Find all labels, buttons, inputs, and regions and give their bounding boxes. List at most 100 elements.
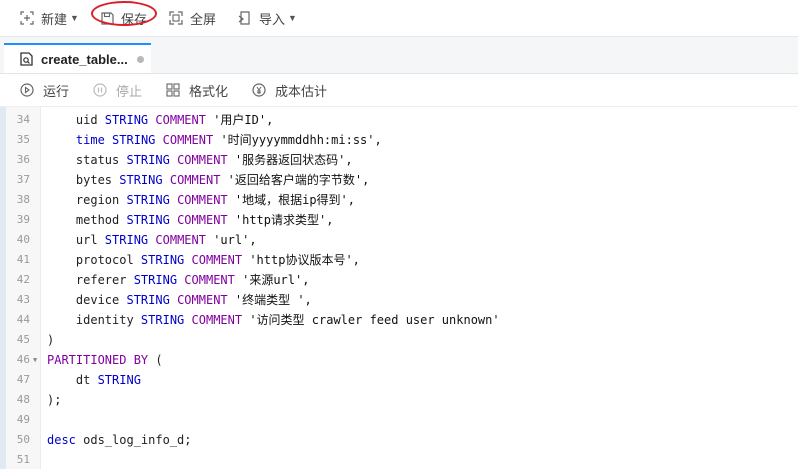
code-token: STRING — [133, 273, 178, 287]
fold-toggle-icon[interactable]: ▼ — [33, 350, 37, 370]
code-token: referer — [47, 273, 134, 287]
code-line[interactable]: 44 identity STRING COMMENT '访问类型 crawler… — [0, 310, 798, 330]
tab-create-table[interactable]: create_table... — [4, 43, 151, 73]
code-token: COMMENT — [191, 313, 243, 327]
code-token: ods_log_info_d; — [75, 433, 192, 447]
chevron-down-icon: ▼ — [287, 13, 297, 23]
code-token: COMMENT — [184, 273, 235, 287]
code-token: ) — [47, 333, 55, 347]
line-number: 36 — [16, 153, 30, 166]
line-number: 51 — [16, 453, 30, 466]
line-number: 38 — [16, 193, 30, 206]
line-number: 35 — [16, 133, 30, 146]
code-token: STRING — [112, 133, 156, 147]
code-token: identity — [47, 313, 141, 327]
new-label: 新建 — [41, 11, 68, 27]
code-line[interactable]: 36 status STRING COMMENT '服务器返回状态码', — [0, 150, 798, 170]
code-token: COMMENT — [155, 113, 206, 127]
code-token: COMMENT — [191, 253, 243, 267]
format-button[interactable]: 格式化 — [166, 81, 228, 100]
line-number: 34 — [16, 113, 30, 126]
fullscreen-icon — [169, 11, 183, 25]
code-token: status — [47, 153, 127, 167]
code-text: bytes STRING COMMENT '返回给客户端的字节数', — [47, 170, 369, 190]
stop-button[interactable]: 停止 — [93, 81, 142, 100]
code-token: COMMENT — [177, 193, 228, 207]
code-token: COMMENT — [177, 293, 228, 307]
code-token: COMMENT — [169, 173, 221, 187]
line-number: 44 — [16, 313, 30, 326]
code-token: STRING — [126, 293, 170, 307]
save-button[interactable]: 保存 — [90, 0, 157, 28]
code-line[interactable]: 50 desc ods_log_info_d; — [0, 430, 798, 450]
code-line[interactable]: 39 method STRING COMMENT 'http请求类型', — [0, 210, 798, 230]
code-token: '时间yyyymmddhh:mi:ss', — [213, 133, 382, 147]
code-token: 'url', — [205, 233, 257, 247]
code-line[interactable]: 47 dt STRING — [0, 370, 798, 390]
code-text: uid STRING COMMENT '用户ID', — [47, 110, 273, 130]
import-button[interactable]: 导入 ▼ — [238, 9, 297, 28]
code-line[interactable]: 37 bytes STRING COMMENT '返回给客户端的字节数', — [0, 170, 798, 190]
stop-icon — [93, 83, 107, 97]
code-text: dt STRING — [47, 370, 141, 390]
code-token: PARTITIONED BY — [47, 353, 149, 367]
code-line[interactable]: 42 referer STRING COMMENT '来源url', — [0, 270, 798, 290]
code-token: STRING — [104, 113, 149, 127]
code-line[interactable]: 45) — [0, 330, 798, 350]
line-number: 45 — [16, 333, 30, 346]
code-line[interactable]: 34 uid STRING COMMENT '用户ID', — [0, 110, 798, 130]
code-token: STRING — [140, 253, 185, 267]
code-text: desc ods_log_info_d; — [47, 430, 192, 450]
code-token: protocol — [47, 253, 141, 267]
code-line[interactable]: 49 — [0, 410, 798, 430]
code-token: ); — [47, 393, 62, 407]
code-text: ); — [47, 390, 61, 410]
code-line[interactable]: 51 — [0, 450, 798, 469]
cost-label: 成本估计 — [275, 83, 328, 99]
run-button[interactable]: 运行 — [20, 81, 69, 100]
code-token: COMMENT — [155, 233, 206, 247]
code-text: protocol STRING COMMENT 'http协议版本号', — [47, 250, 360, 270]
code-token: dt — [47, 373, 98, 387]
code-line[interactable]: 46 ▼ PARTITIONED BY ( — [0, 350, 798, 370]
code-line[interactable]: 38 region STRING COMMENT '地域，根据ip得到', — [0, 190, 798, 210]
line-number: 48 — [16, 393, 30, 406]
cost-estimate-button[interactable]: 成本估计 — [252, 81, 327, 100]
code-line[interactable]: 48); — [0, 390, 798, 410]
line-number: 49 — [16, 413, 30, 426]
code-token: device — [47, 293, 127, 307]
play-icon — [20, 83, 34, 97]
code-text: device STRING COMMENT '终端类型 ', — [47, 290, 312, 310]
code-token: '来源url', — [234, 273, 310, 287]
line-number: 42 — [16, 273, 30, 286]
code-token: '地域，根据ip得到', — [227, 193, 356, 207]
import-label: 导入 — [258, 11, 285, 27]
code-line[interactable]: 41 protocol STRING COMMENT 'http协议版本号', — [0, 250, 798, 270]
chevron-down-icon: ▼ — [70, 13, 79, 23]
code-token: STRING — [119, 173, 163, 187]
stop-label: 停止 — [116, 83, 143, 99]
code-token: 'http请求类型', — [227, 213, 334, 227]
code-line[interactable]: 35 time STRING COMMENT '时间yyyymmddhh:mi:… — [0, 130, 798, 150]
code-editor[interactable]: 34 uid STRING COMMENT '用户ID', 35 time STR… — [0, 107, 798, 469]
save-highlight-circle — [90, 0, 157, 26]
code-token: uid — [47, 113, 105, 127]
tab-label: create_table... — [41, 51, 128, 67]
fullscreen-label: 全屏 — [189, 11, 216, 27]
code-line[interactable]: 43 device STRING COMMENT '终端类型 ', — [0, 290, 798, 310]
code-token: COMMENT — [162, 133, 214, 147]
code-text: PARTITIONED BY ( — [47, 350, 163, 370]
unsaved-dot-icon[interactable] — [136, 55, 144, 63]
fullscreen-button[interactable]: 全屏 — [169, 9, 216, 28]
line-number: 40 — [16, 233, 30, 246]
new-button[interactable]: 新建 ▼ — [20, 9, 79, 28]
code-line[interactable]: 40 url STRING COMMENT 'url', — [0, 230, 798, 250]
editor-action-bar: 运行 停止 格式化 成本估计 — [0, 74, 798, 107]
code-token: ( — [148, 353, 163, 367]
new-file-icon — [20, 11, 34, 25]
